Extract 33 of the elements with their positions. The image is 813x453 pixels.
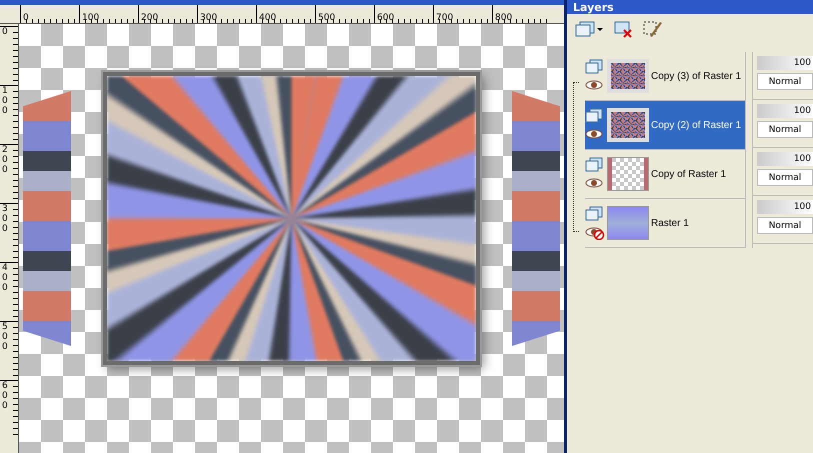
layer-row[interactable]: Copy (2) of Raster 1 (585, 101, 745, 150)
layer-icon (585, 206, 603, 222)
layer-thumbnail (607, 157, 649, 191)
layer-cross-icon (612, 19, 634, 39)
opacity-slider[interactable]: 100 (757, 200, 813, 214)
layer-icon (585, 108, 603, 124)
ruler-label: 300 (1, 204, 9, 234)
layer-icon (585, 59, 603, 75)
layer-thumbnail (607, 206, 649, 240)
ruler-label: 100 (1, 86, 9, 116)
blend-mode-dropdown[interactable]: Normal (757, 169, 813, 186)
layer-icon (585, 157, 603, 173)
layer-caret-icon (574, 19, 604, 39)
layer-row[interactable]: Raster 1 (585, 199, 745, 248)
panel-title: Layers (573, 0, 614, 14)
hidden-eye-icon[interactable] (585, 226, 605, 240)
ruler-label: 700 (435, 13, 454, 24)
layer-row[interactable]: Copy of Raster 1 (585, 150, 745, 199)
ruler-label: 200 (1, 145, 9, 175)
layer-thumbnail (607, 59, 649, 93)
blend-mode-dropdown[interactable]: Normal (757, 217, 813, 234)
blend-mode-dropdown[interactable]: Normal (757, 121, 813, 138)
opacity-slider[interactable]: 100 (757, 56, 813, 70)
ruler-label: 500 (1, 322, 9, 352)
ruler-label: 400 (1, 263, 9, 293)
ruler-label: 0 (1, 27, 9, 37)
layer-thumbnail (607, 108, 649, 142)
blend-mode-dropdown[interactable]: Normal (757, 73, 813, 90)
opacity-slider[interactable]: 100 (757, 152, 813, 166)
opacity-slider[interactable]: 100 (757, 104, 813, 118)
layer-row[interactable]: Copy (3) of Raster 1 (585, 52, 745, 101)
selection-brush-icon (642, 19, 664, 39)
ruler-label: 600 (1, 381, 9, 411)
